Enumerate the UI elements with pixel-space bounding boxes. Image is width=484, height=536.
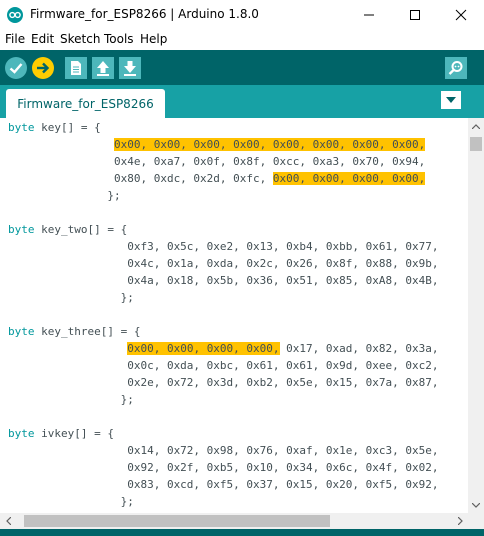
chevron-left-icon: [5, 517, 11, 525]
open-upload-icon: [92, 57, 114, 79]
new-file-icon: [65, 57, 87, 79]
code-line: 0x00, 0x00, 0x00, 0x00, 0x00, 0x00, 0x00…: [8, 136, 426, 153]
code-text: 0x2e, 0x72, 0x3d, 0xb2, 0x5e, 0x15, 0x7a…: [8, 376, 439, 389]
serial-monitor-icon: [445, 57, 467, 79]
save-download-icon: [119, 57, 141, 79]
highlighted-bytes: 0x00, 0x00, 0x00, 0x00, 0x00, 0x00, 0x00…: [113, 138, 426, 151]
scroll-right-arrow[interactable]: [452, 513, 468, 529]
keyword-byte: byte: [8, 223, 35, 236]
scroll-down-arrow[interactable]: [468, 497, 484, 513]
minimize-button[interactable]: [346, 0, 392, 30]
verify-icon: [5, 57, 27, 79]
menu-help[interactable]: Help: [140, 32, 167, 46]
arduino-logo-icon: [7, 7, 23, 23]
code-text: byte key[] = {: [8, 121, 101, 134]
status-bar: [0, 529, 484, 536]
code-text: };: [8, 291, 134, 304]
menu-file[interactable]: File: [5, 32, 25, 46]
code-line: byte key[] = {: [8, 119, 101, 136]
code-line: 0x4a, 0x18, 0x5b, 0x36, 0x51, 0x85, 0xA8…: [8, 272, 438, 289]
code-text: 0x17, 0xad, 0x82, 0x3a,: [279, 342, 439, 355]
menu-sketch[interactable]: Sketch: [60, 32, 100, 46]
minimize-icon: [364, 14, 374, 16]
code-text: 0x4e, 0xa7, 0x0f, 0x8f, 0xcc, 0xa3, 0x70…: [8, 155, 426, 168]
upload-button[interactable]: [31, 56, 55, 80]
code-line: };: [8, 391, 134, 408]
code-text: };: [8, 393, 134, 406]
chevron-down-small-icon: [472, 502, 480, 508]
verify-button[interactable]: [4, 56, 28, 80]
code-line: };: [8, 493, 134, 510]
code-text: 0x0c, 0xda, 0xbc, 0x61, 0x61, 0x9d, 0xee…: [8, 359, 439, 372]
code-line: 0x2e, 0x72, 0x3d, 0xb2, 0x5e, 0x15, 0x7a…: [8, 374, 438, 391]
code-text: 0xf3, 0x5c, 0xe2, 0x13, 0xb4, 0xbb, 0x61…: [8, 240, 439, 253]
chevron-down-icon: [446, 97, 456, 103]
highlighted-bytes: 0x00, 0x00, 0x00, 0x00,: [127, 342, 280, 355]
code-editor[interactable]: byte key[] = { 0x00, 0x00, 0x00, 0x00, 0…: [0, 118, 468, 513]
code-text: 0x80, 0xdc, 0x2d, 0xfc,: [8, 172, 273, 185]
code-text: };: [8, 495, 134, 508]
code-line: 0x4c, 0x1a, 0xda, 0x2c, 0x26, 0x8f, 0x88…: [8, 255, 438, 272]
tab-label: Firmware_for_ESP8266: [17, 96, 154, 111]
code-line: };: [8, 289, 134, 306]
code-line: byte key_two[] = {: [8, 221, 127, 238]
code-text: 0x83, 0xcd, 0xf5, 0x37, 0x15, 0x20, 0xf5…: [8, 478, 439, 491]
vertical-scrollbar[interactable]: [468, 118, 484, 513]
title-bar: Firmware_for_ESP8266 | Arduino 1.8.0: [0, 0, 484, 30]
highlighted-bytes: 0x00, 0x00, 0x00, 0x00,: [272, 172, 426, 185]
serial-monitor-button[interactable]: [444, 56, 468, 80]
chevron-right-icon: [457, 517, 463, 525]
chevron-up-icon: [472, 123, 480, 129]
upload-arrow-icon: [32, 57, 54, 79]
code-text: byte key_two[] = {: [8, 223, 128, 236]
vertical-scroll-thumb[interactable]: [470, 137, 482, 151]
code-line: 0x14, 0x72, 0x98, 0x76, 0xaf, 0x1e, 0xc3…: [8, 442, 438, 459]
open-button[interactable]: [91, 56, 115, 80]
menu-bar: File Edit Sketch Tools Help: [0, 30, 484, 50]
code-text: byte ivkey[] = {: [8, 427, 114, 440]
scroll-up-arrow[interactable]: [468, 118, 484, 134]
code-line: };: [8, 187, 121, 204]
menu-tools[interactable]: Tools: [104, 32, 134, 46]
code-text: 0x14, 0x72, 0x98, 0x76, 0xaf, 0x1e, 0xc3…: [8, 444, 439, 457]
code-line: 0xf3, 0x5c, 0xe2, 0x13, 0xb4, 0xbb, 0x61…: [8, 238, 438, 255]
new-button[interactable]: [64, 56, 88, 80]
code-line: byte ivkey[] = {: [8, 425, 114, 442]
tab-menu-button[interactable]: [441, 91, 461, 109]
code-text: 0x4a, 0x18, 0x5b, 0x36, 0x51, 0x85, 0xA8…: [8, 274, 439, 287]
code-line: byte key_three[] = {: [8, 323, 140, 340]
horizontal-scroll-thumb[interactable]: [24, 515, 330, 527]
tab-bar: Firmware_for_ESP8266: [0, 85, 484, 118]
code-text: byte key_three[] = {: [8, 325, 141, 338]
code-line: 0x80, 0xdc, 0x2d, 0xfc, 0x00, 0x00, 0x00…: [8, 170, 426, 187]
toolbar: [0, 50, 484, 85]
window-title: Firmware_for_ESP8266 | Arduino 1.8.0: [30, 7, 259, 21]
code-line: 0x83, 0xcd, 0xf5, 0x37, 0x15, 0x20, 0xf5…: [8, 476, 438, 493]
code-text: };: [8, 189, 121, 202]
close-button[interactable]: [438, 0, 484, 30]
code-line: 0x92, 0x2f, 0xb5, 0x10, 0x34, 0x6c, 0x4f…: [8, 459, 438, 476]
scrollbar-corner: [468, 513, 484, 529]
save-button[interactable]: [118, 56, 142, 80]
code-text: 0x92, 0x2f, 0xb5, 0x10, 0x34, 0x6c, 0x4f…: [8, 461, 439, 474]
code-line: 0x4e, 0xa7, 0x0f, 0x8f, 0xcc, 0xa3, 0x70…: [8, 153, 425, 170]
menu-edit[interactable]: Edit: [31, 32, 54, 46]
keyword-byte: byte: [8, 427, 35, 440]
scroll-left-arrow[interactable]: [0, 513, 16, 529]
close-icon: [455, 9, 467, 21]
maximize-button[interactable]: [392, 0, 438, 30]
tab-firmware[interactable]: Firmware_for_ESP8266: [6, 89, 165, 118]
code-text: 0x4c, 0x1a, 0xda, 0x2c, 0x26, 0x8f, 0x88…: [8, 257, 439, 270]
keyword-byte: byte: [8, 121, 35, 134]
code-line: 0x0c, 0xda, 0xbc, 0x61, 0x61, 0x9d, 0xee…: [8, 357, 438, 374]
keyword-byte: byte: [8, 325, 35, 338]
code-line: 0x00, 0x00, 0x00, 0x00, 0x17, 0xad, 0x82…: [8, 340, 439, 357]
maximize-icon: [410, 10, 420, 20]
